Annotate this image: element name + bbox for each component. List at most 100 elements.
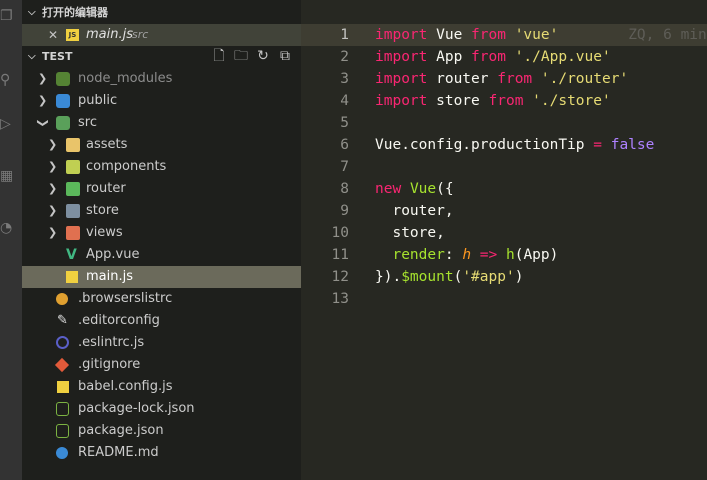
code-line[interactable]: 9 router,: [301, 200, 707, 222]
tree-item-label: components: [86, 159, 167, 174]
open-editor-folder: src: [132, 28, 149, 41]
node-folder-icon: [56, 72, 70, 86]
chevron-down-icon: ⌵: [28, 51, 36, 62]
npm-icon: [56, 424, 69, 438]
tree-item-editorconfig[interactable]: ✎ .editorconfig: [22, 310, 301, 332]
js-file-icon: JS: [66, 29, 79, 41]
tree-item-package-json[interactable]: package.json: [22, 420, 301, 442]
open-editors-header[interactable]: ⌵ 打开的编辑器: [22, 2, 301, 24]
code-text: import Vue from 'vue' ZQ, 6 minu: [375, 24, 707, 46]
tree-item-components[interactable]: ❯ components: [22, 156, 301, 178]
open-editors-title: 打开的编辑器: [42, 6, 108, 19]
code-line[interactable]: 6 Vue.config.productionTip = false: [301, 134, 707, 156]
tree-item-views[interactable]: ❯ views: [22, 222, 301, 244]
line-number: 1: [340, 27, 349, 43]
line-number: 8: [340, 181, 349, 197]
refresh-icon[interactable]: ↻: [255, 48, 271, 64]
extensions-icon[interactable]: ▦: [0, 168, 13, 184]
views-folder-icon: [66, 226, 80, 240]
tree-item-label: .gitignore: [78, 357, 141, 372]
line-number: 9: [340, 203, 349, 219]
code-line[interactable]: 1 import Vue from 'vue' ZQ, 6 minu: [301, 24, 707, 46]
tree-item-label: App.vue: [86, 247, 140, 262]
babel-icon: [57, 381, 69, 393]
code-line[interactable]: 7: [301, 156, 707, 178]
tree-item-package-lock[interactable]: package-lock.json: [22, 398, 301, 420]
code-editor[interactable]: 1 import Vue from 'vue' ZQ, 6 minu 2 import…: [301, 0, 707, 480]
components-folder-icon: [66, 160, 80, 174]
close-icon[interactable]: ✕: [48, 24, 58, 46]
line-number: 11: [331, 247, 349, 263]
tree-item-main-js[interactable]: main.js: [22, 266, 301, 288]
tree-item-eslintrc[interactable]: .eslintrc.js: [22, 332, 301, 354]
browserslist-icon: [56, 293, 68, 305]
code-text: store,: [375, 225, 445, 241]
search-icon[interactable]: ⚲: [0, 72, 12, 88]
tree-item-label: package.json: [78, 423, 164, 438]
code-line[interactable]: 4 import store from './store': [301, 90, 707, 112]
code-line[interactable]: 5: [301, 112, 707, 134]
chevron-right-icon: ❯: [48, 138, 58, 151]
line-number: 12: [331, 269, 349, 285]
eslint-icon: [56, 336, 69, 349]
tree-item-babel-config[interactable]: babel.config.js: [22, 376, 301, 398]
run-icon[interactable]: ▷: [0, 116, 12, 132]
tree-item-label: views: [86, 225, 123, 240]
chevron-right-icon: ❯: [48, 204, 58, 217]
new-folder-icon[interactable]: 🗀: [233, 48, 249, 64]
tree-item-store[interactable]: ❯ store: [22, 200, 301, 222]
tree-item-label: package-lock.json: [78, 401, 195, 416]
info-icon: [56, 447, 68, 459]
chevron-right-icon: ❯: [48, 226, 58, 239]
code-text: import App from './App.vue': [375, 49, 611, 65]
collapse-all-icon[interactable]: ⧉: [277, 48, 293, 64]
tree-item-label: main.js: [86, 269, 133, 284]
code-line[interactable]: 13: [301, 288, 707, 310]
tree-item-router[interactable]: ❯ router: [22, 178, 301, 200]
chevron-right-icon: ❯: [38, 94, 48, 107]
tree-item-assets[interactable]: ❯ assets: [22, 134, 301, 156]
line-number: 6: [340, 137, 349, 153]
tree-item-node-modules[interactable]: ❯ node_modules: [22, 68, 301, 90]
chevron-right-icon: ❯: [48, 182, 58, 195]
git-blame-annotation: ZQ, 6 minu: [558, 27, 707, 43]
chevron-right-icon: ❯: [48, 160, 58, 173]
tree-item-label: .editorconfig: [78, 313, 160, 328]
code-text: render: h => h(App): [392, 247, 559, 263]
js-file-icon: [66, 271, 78, 283]
assets-folder-icon: [66, 138, 80, 152]
files-icon[interactable]: ❐: [0, 8, 13, 24]
tree-item-label: assets: [86, 137, 128, 152]
code-text: }).$mount('#app'): [375, 269, 524, 285]
open-editor-item[interactable]: ✕ JS main.js src: [22, 24, 301, 46]
explorer-title: TEST: [42, 50, 73, 63]
chevron-down-icon: ❯: [36, 118, 50, 128]
new-file-icon[interactable]: 🗋: [211, 48, 227, 64]
git-icon: [54, 357, 70, 373]
code-line[interactable]: 10 store,: [301, 222, 707, 244]
tree-item-src[interactable]: ❯ src: [22, 112, 301, 134]
tree-item-gitignore[interactable]: .gitignore: [22, 354, 301, 376]
tree-item-readme[interactable]: README.md: [22, 442, 301, 464]
tree-item-label: store: [86, 203, 119, 218]
line-number: 7: [340, 159, 349, 175]
code-line[interactable]: 2 import App from './App.vue': [301, 46, 707, 68]
line-number: 2: [340, 49, 349, 65]
tree-item-app-vue[interactable]: V App.vue: [22, 244, 301, 266]
code-line[interactable]: 8 new Vue({: [301, 178, 707, 200]
remote-icon[interactable]: ◔: [0, 220, 12, 236]
tree-item-label: README.md: [78, 445, 159, 460]
code-line[interactable]: 3 import router from './router': [301, 68, 707, 90]
tree-item-label: src: [78, 115, 97, 130]
public-folder-icon: [56, 94, 70, 108]
editorconfig-icon: ✎: [57, 313, 68, 328]
code-line[interactable]: 12 }).$mount('#app'): [301, 266, 707, 288]
tree-item-label: router: [86, 181, 126, 196]
tree-item-browserslistrc[interactable]: .browserslistrc: [22, 288, 301, 310]
line-number: 13: [331, 291, 349, 307]
chevron-down-icon: ⌵: [28, 7, 36, 18]
line-number: 4: [340, 93, 349, 109]
code-line[interactable]: 11 render: h => h(App): [301, 244, 707, 266]
code-text: import router from './router': [375, 71, 629, 87]
tree-item-public[interactable]: ❯ public: [22, 90, 301, 112]
